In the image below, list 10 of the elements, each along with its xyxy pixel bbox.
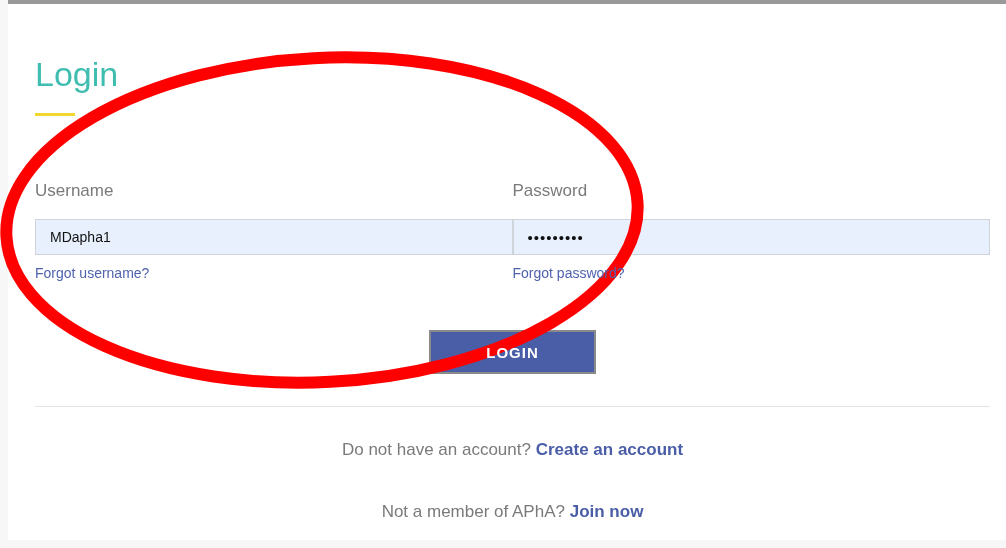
signup-prompt: Not a member of APhA? Join now [380,502,645,522]
prompt-link[interactable]: Join now [569,502,644,521]
signup-prompt: Do not have an account? Create an account [340,440,685,460]
forgot-link[interactable]: Forgot username? [35,265,150,281]
page-title: Login [35,54,119,94]
password-field[interactable]: ••••••••• [512,219,990,255]
username-field[interactable]: MDapha1 [35,219,513,255]
prompt-link[interactable]: Create an account [535,440,684,459]
field-label: Username [35,181,114,201]
field-label: Password [512,181,588,201]
